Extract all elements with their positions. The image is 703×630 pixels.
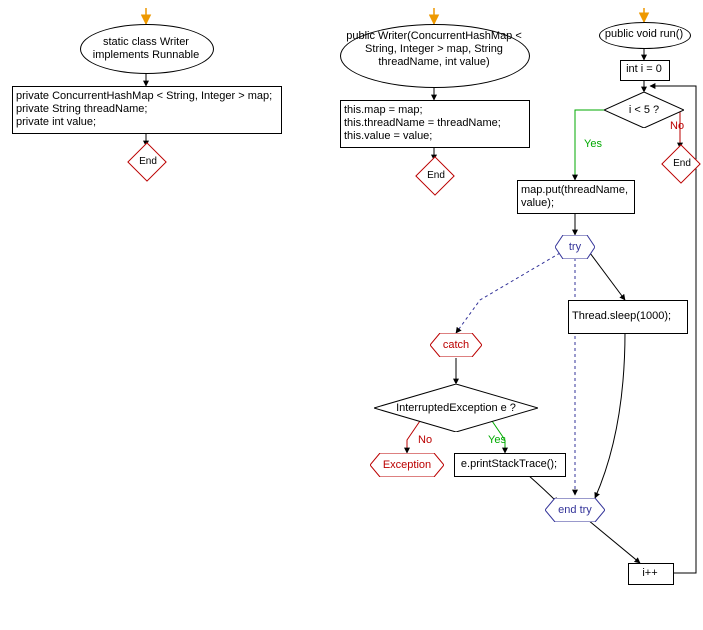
loop-cond: i < 5 ? [616,104,672,116]
catch-cond: InterruptedException e ? [388,402,524,414]
yes-label-2: Yes [488,434,506,446]
no-label-1: No [670,120,684,132]
yes-label-1: Yes [584,138,602,150]
end-label-3: End [670,158,694,169]
no-label-2: No [418,434,432,446]
end-label-1: End [136,156,160,167]
end-label-2: End [424,170,448,181]
